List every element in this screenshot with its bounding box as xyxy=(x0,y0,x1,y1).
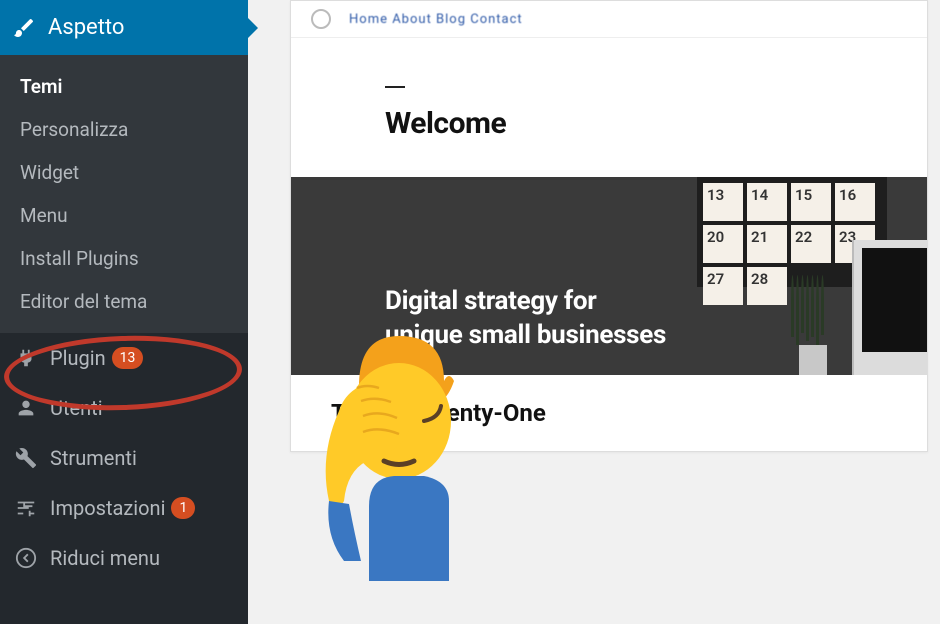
wrench-icon xyxy=(12,447,40,469)
submenu-install-plugins[interactable]: Install Plugins xyxy=(0,237,248,280)
preview-nav-links: Home About Blog Contact xyxy=(349,12,523,27)
menu-plugins[interactable]: Plugin 13 xyxy=(0,333,248,383)
settings-badge: 1 xyxy=(171,497,195,519)
menu-settings[interactable]: Impostazioni 1 xyxy=(0,483,248,533)
menu-tools[interactable]: Strumenti xyxy=(0,433,248,483)
cal-day: 15 xyxy=(791,183,831,221)
facepalm-emoji-overlay xyxy=(299,326,499,581)
plant-decoration xyxy=(791,283,835,375)
submenu-menus[interactable]: Menu xyxy=(0,194,248,237)
cal-day: 27 xyxy=(703,267,743,305)
submenu-themes[interactable]: Temi xyxy=(0,65,248,108)
submenu-theme-editor[interactable]: Editor del tema xyxy=(0,280,248,323)
menu-appearance[interactable]: Aspetto xyxy=(0,0,248,55)
cal-day: 13 xyxy=(703,183,743,221)
user-icon xyxy=(12,397,40,419)
dash-decoration xyxy=(385,86,405,88)
submenu-widgets[interactable]: Widget xyxy=(0,151,248,194)
cal-day: 28 xyxy=(747,267,787,305)
menu-plugins-label: Plugin xyxy=(50,346,106,370)
menu-users[interactable]: Utenti xyxy=(0,383,248,433)
monitor-decoration xyxy=(852,240,927,375)
cal-day: 20 xyxy=(703,225,743,263)
plugin-icon xyxy=(12,347,40,369)
plugins-badge: 13 xyxy=(112,347,144,369)
menu-settings-label: Impostazioni xyxy=(50,496,165,520)
preview-topbar: Home About Blog Contact xyxy=(291,1,927,38)
brush-icon xyxy=(12,16,36,40)
cal-day: 21 xyxy=(747,225,787,263)
appearance-submenu: Temi Personalizza Widget Menu Install Pl… xyxy=(0,55,248,333)
admin-sidebar: Aspetto Temi Personalizza Widget Menu In… xyxy=(0,0,248,624)
menu-tools-label: Strumenti xyxy=(50,446,137,470)
hero-line-1: Digital strategy for xyxy=(385,285,666,319)
menu-users-label: Utenti xyxy=(50,396,103,420)
welcome-block: Welcome xyxy=(291,38,927,177)
submenu-customize[interactable]: Personalizza xyxy=(0,108,248,151)
menu-collapse[interactable]: Riduci menu xyxy=(0,533,248,583)
sliders-icon xyxy=(12,497,40,519)
cal-day: 22 xyxy=(791,225,831,263)
menu-appearance-label: Aspetto xyxy=(48,15,124,40)
collapse-icon xyxy=(12,547,40,569)
cal-day: 16 xyxy=(835,183,875,221)
welcome-heading: Welcome xyxy=(385,106,833,141)
cal-day: 14 xyxy=(747,183,787,221)
site-logo-icon xyxy=(311,9,331,29)
menu-collapse-label: Riduci menu xyxy=(50,546,160,570)
